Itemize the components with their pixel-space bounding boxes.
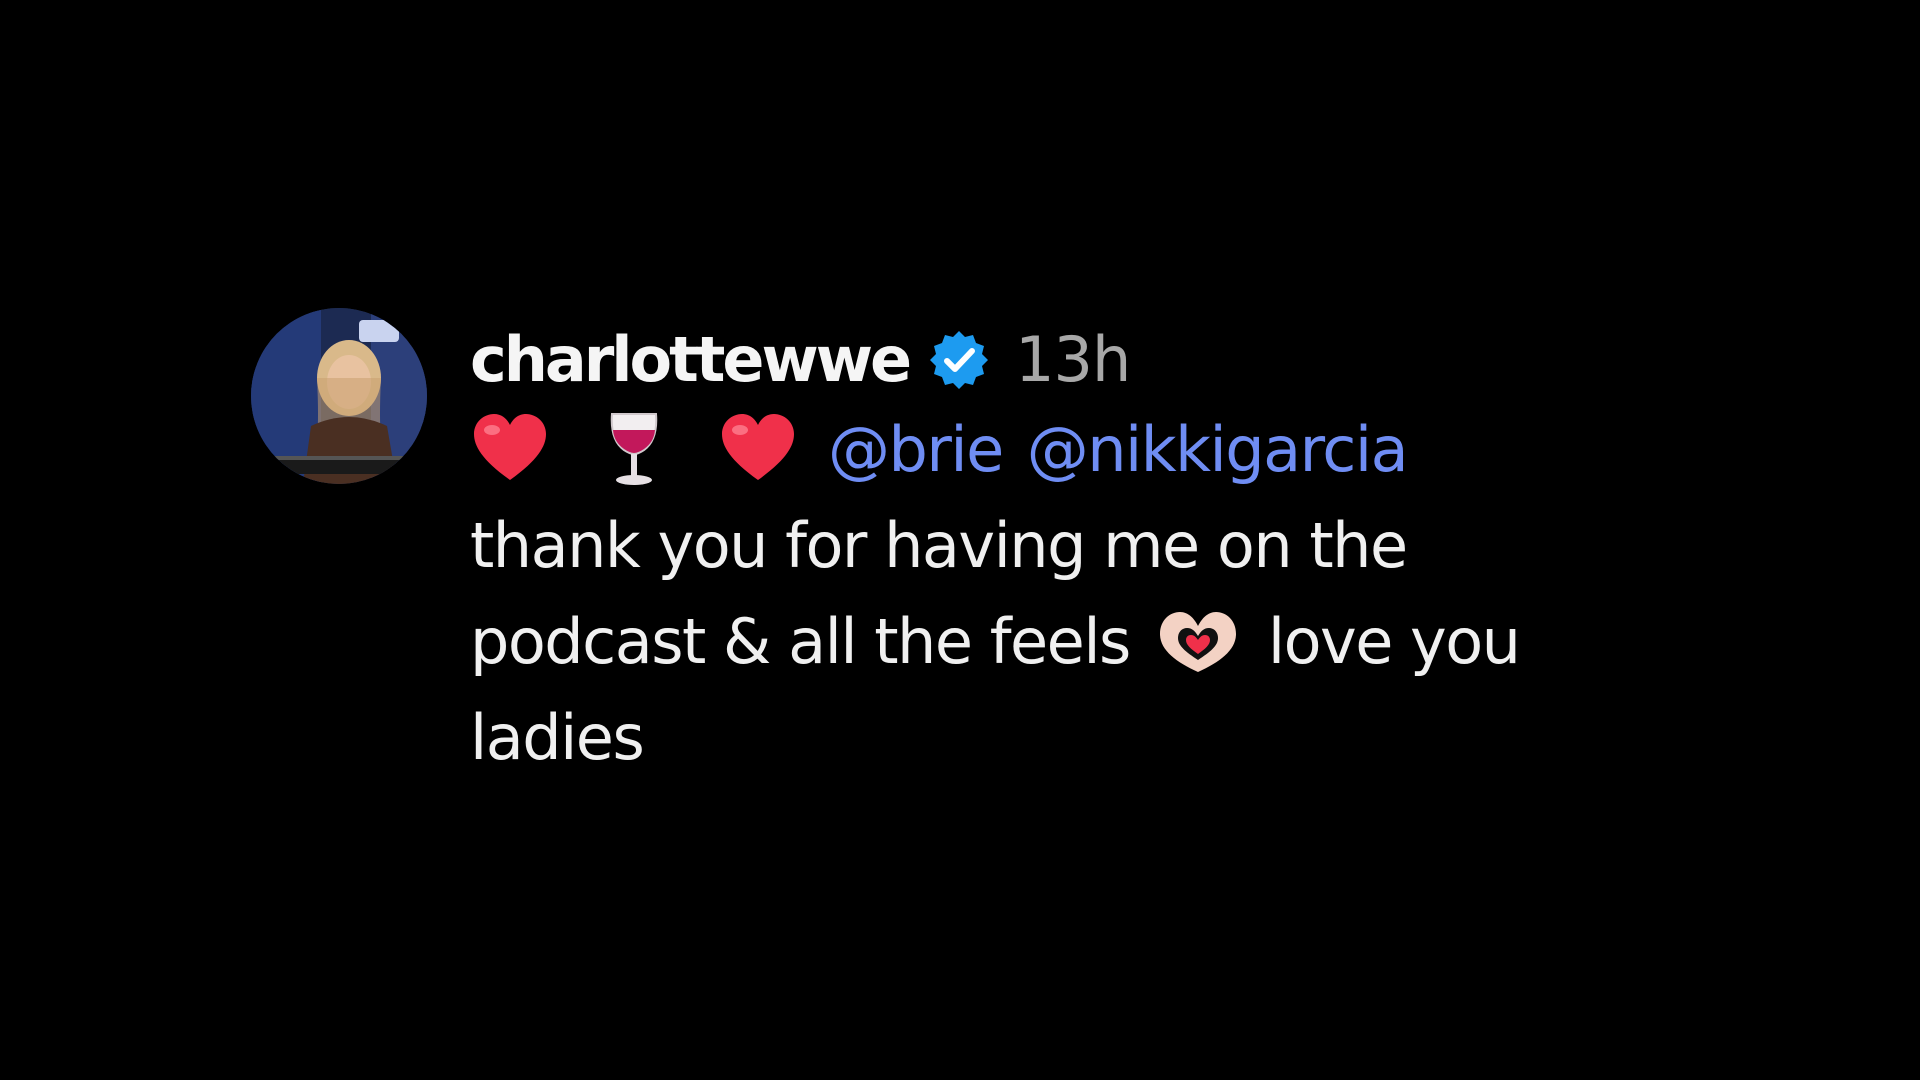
avatar[interactable] [251, 308, 427, 484]
mention-link[interactable]: @brie [828, 419, 1004, 481]
comment-text: ladies [470, 701, 645, 774]
wine-glass-icon [594, 410, 674, 490]
comment-text-line: thank you for having me on the [470, 498, 1519, 594]
comment-text-line: podcast & all the feels love you [470, 594, 1521, 690]
comment-header: charlottewwe 13h [470, 318, 1519, 402]
comment-text: thank you for having me on the [470, 509, 1408, 582]
emoji-mention-line: @brie @nikkigarcia [470, 402, 1519, 498]
username[interactable]: charlottewwe [470, 329, 912, 391]
comment: charlottewwe 13h @brie @nikkigarcia than… [251, 308, 1521, 786]
timestamp[interactable]: 13h [1015, 329, 1131, 391]
red-heart-icon [718, 410, 798, 490]
profile-photo-icon [251, 308, 427, 484]
red-heart-icon [470, 410, 550, 490]
comment-text: podcast & all the feels [470, 605, 1131, 678]
comment-screen: charlottewwe 13h @brie @nikkigarcia than… [0, 0, 1920, 1080]
comment-body: charlottewwe 13h @brie @nikkigarcia than… [470, 318, 1521, 786]
comment-text: love you [1267, 605, 1521, 678]
mention-link[interactable]: @nikkigarcia [1027, 419, 1409, 481]
comment-text-line: ladies [470, 690, 1519, 786]
verified-badge-icon [927, 328, 991, 392]
heart-hands-icon [1154, 606, 1242, 678]
